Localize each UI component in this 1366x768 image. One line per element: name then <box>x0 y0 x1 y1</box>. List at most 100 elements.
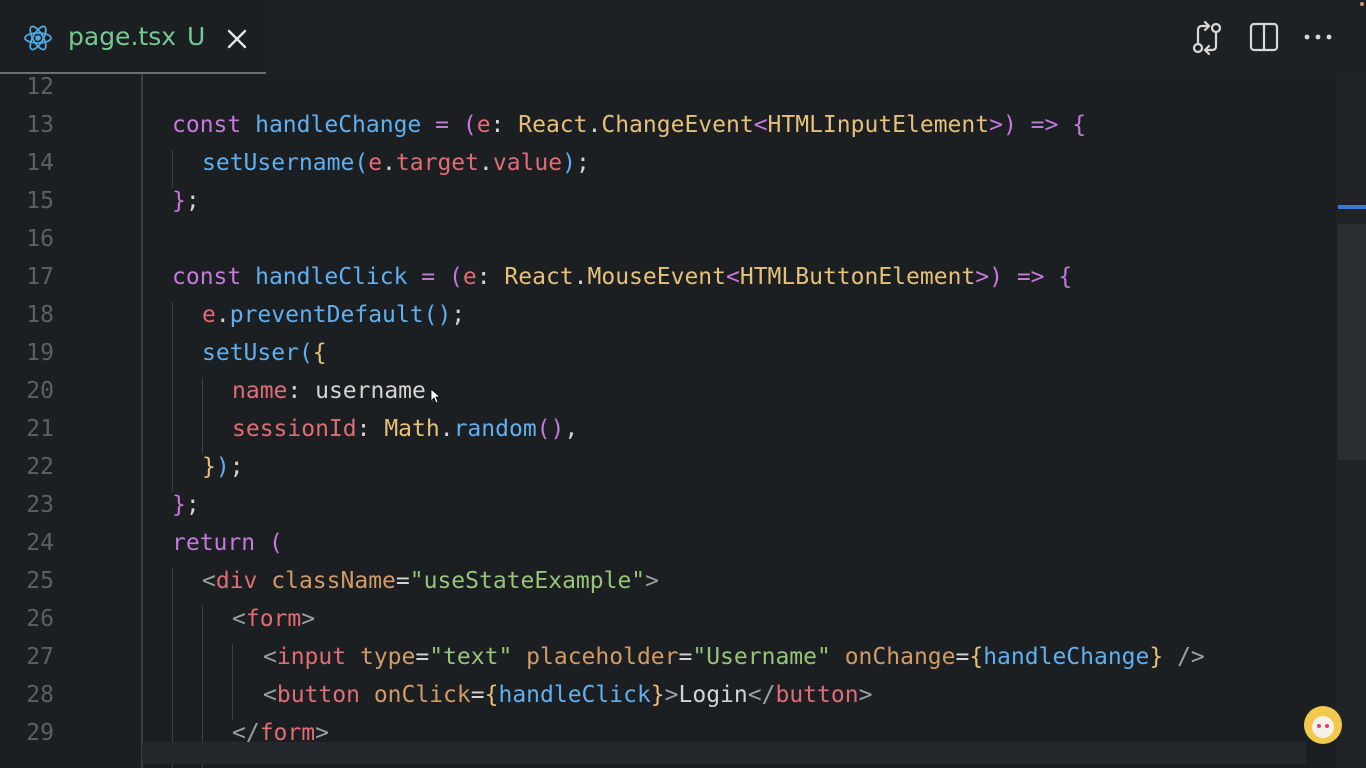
token: ) <box>989 264 1003 290</box>
token: const <box>172 112 242 138</box>
token: onChange <box>844 644 956 670</box>
line-number: 24 <box>26 530 54 556</box>
token: ) <box>1002 112 1017 138</box>
line-number: 19 <box>26 340 54 366</box>
line-number: 13 <box>26 112 54 138</box>
code-text: <button onClick={handleClick}>Login</but… <box>263 676 872 714</box>
line-number: 25 <box>26 568 54 594</box>
code-line: 13 const handleChange = (e: React.Change… <box>0 106 1336 144</box>
token: ChangeEvent <box>601 112 754 138</box>
code-line: 21 sessionId: Math.random(), <box>0 410 1336 448</box>
token: > <box>645 568 660 594</box>
token: { <box>1058 264 1073 290</box>
token: "useStateExample" <box>409 568 646 594</box>
close-icon[interactable] <box>226 28 248 50</box>
token: placeholder <box>526 644 679 670</box>
code-line: 27 <input type="text" placeholder="Usern… <box>0 638 1336 676</box>
token: </ <box>747 682 776 708</box>
token: HTMLInputElement <box>767 112 990 138</box>
token: ; <box>575 150 590 176</box>
token: handleChange <box>255 112 422 138</box>
code-text: setUsername(e.target.value); <box>202 144 590 182</box>
token: => <box>1002 264 1059 290</box>
token: > <box>301 606 316 632</box>
code-text: name: username, <box>232 372 440 410</box>
code-text: const handleClick = (e: React.MouseEvent… <box>172 258 1072 296</box>
token: value <box>492 150 563 176</box>
split-editor-icon <box>1249 22 1279 52</box>
token: HTMLButtonElement <box>739 264 976 290</box>
token: Math <box>384 416 440 442</box>
editor-tab-page-tsx[interactable]: page.tsx U <box>0 0 266 74</box>
scrollbar-selection-marker <box>1338 205 1366 209</box>
token: return <box>172 530 256 556</box>
token: = <box>407 264 449 290</box>
tab-bar: page.tsx U <box>0 0 1366 74</box>
code-text: return ( <box>172 524 283 562</box>
avatar[interactable] <box>1304 706 1342 744</box>
token: name <box>232 378 288 404</box>
code-editor[interactable]: 12 13 const handleChange = (e: React.Cha… <box>0 74 1366 768</box>
token: } <box>202 454 216 480</box>
token: = <box>421 112 463 138</box>
token: "text" <box>429 644 513 670</box>
token: . <box>439 416 454 442</box>
more-actions-button[interactable] <box>1302 20 1334 54</box>
token: setUser <box>202 340 299 366</box>
token: . <box>215 302 230 328</box>
token: ; <box>185 188 200 214</box>
token: < <box>263 682 277 708</box>
token: MouseEvent <box>587 264 726 290</box>
token: . <box>382 150 396 176</box>
token: { <box>969 644 984 670</box>
code-line: 20 name: username, <box>0 372 1336 410</box>
mouse-cursor-icon <box>430 388 440 404</box>
token: className <box>271 568 396 594</box>
token: button <box>276 682 360 708</box>
code-text: <input type="text" placeholder="Username… <box>263 638 1205 676</box>
tab-title: page.tsx <box>68 22 177 51</box>
token: ) <box>562 150 576 176</box>
token: = <box>395 568 410 594</box>
code-text: e.preventDefault(); <box>202 296 465 334</box>
code-line: 16 <box>0 220 1336 258</box>
line-number: 12 <box>26 74 54 100</box>
line-number: 16 <box>26 226 54 252</box>
token: > <box>858 682 873 708</box>
line-number: 18 <box>26 302 54 328</box>
token: } <box>650 682 665 708</box>
horizontal-scrollbar[interactable] <box>142 742 1306 764</box>
vertical-scrollbar-thumb[interactable] <box>1338 224 1366 460</box>
code-line: 18 e.preventDefault(); <box>0 296 1336 334</box>
token: div <box>215 568 258 594</box>
code-line: 23 }; <box>0 486 1336 524</box>
token: random <box>453 416 537 442</box>
line-number: 22 <box>26 454 54 480</box>
code-line: 14 setUsername(e.target.value); <box>0 144 1336 182</box>
token: const <box>172 264 242 290</box>
token: React <box>518 112 588 138</box>
token: handleChange <box>983 644 1150 670</box>
split-editor-button[interactable] <box>1248 20 1280 54</box>
code-line: 17 const handleClick = (e: React.MouseEv… <box>0 258 1336 296</box>
token: () <box>536 416 565 442</box>
token: } <box>1149 644 1164 670</box>
token: onClick <box>373 682 471 708</box>
token: React <box>504 264 574 290</box>
token: ; <box>451 302 466 328</box>
line-number: 27 <box>26 644 54 670</box>
token: > <box>975 264 990 290</box>
token: setUsername <box>202 150 355 176</box>
compare-changes-button[interactable] <box>1190 20 1224 56</box>
token: ( <box>298 340 313 366</box>
more-actions-icon <box>1304 34 1332 40</box>
code-text: sessionId: Math.random(), <box>232 410 578 448</box>
line-number: 29 <box>26 720 54 746</box>
line-number: 14 <box>26 150 54 176</box>
token: ; <box>185 492 200 518</box>
code-text: setUser({ <box>202 334 327 372</box>
